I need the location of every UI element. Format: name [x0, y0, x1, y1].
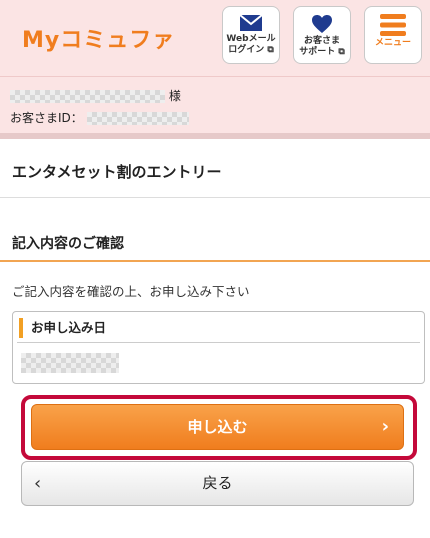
instruction-text: ご記入内容を確認の上、お申し込み下さい — [12, 284, 250, 299]
back-label: 戻る — [202, 474, 233, 492]
application-date-card: お申し込み日 — [12, 311, 425, 384]
mail-icon — [239, 14, 263, 31]
application-date-value — [21, 352, 119, 373]
webmail-label-2: ログイン ⧉ — [228, 45, 274, 55]
masked-user-name — [10, 90, 165, 103]
external-link-icon: ⧉ — [338, 47, 345, 57]
app-logo[interactable]: Myコミュファ — [22, 22, 175, 54]
chevron-right-icon: › — [381, 416, 389, 437]
application-date-label: お申し込み日 — [19, 318, 106, 338]
submit-button[interactable]: 申し込む › — [31, 404, 404, 450]
webmail-login-button[interactable]: Webメール ログイン ⧉ — [222, 6, 280, 64]
name-suffix: 様 — [168, 89, 181, 103]
masked-application-date — [21, 352, 119, 373]
customer-id-label: お客さまID： — [10, 111, 83, 125]
card-divider — [17, 342, 420, 343]
webmail-label-1: Webメール — [226, 34, 276, 44]
section-title: 記入内容のご確認 — [0, 220, 430, 262]
customer-support-button[interactable]: お客さま サポート ⧉ — [293, 6, 351, 64]
menu-button[interactable]: メニュー — [364, 6, 422, 64]
heart-icon — [312, 15, 332, 33]
support-label-1: お客さま — [303, 36, 340, 46]
page-title: エンタメセット割のエントリー — [0, 146, 430, 198]
back-button[interactable]: ‹ 戻る — [21, 461, 414, 506]
masked-customer-id — [86, 112, 189, 125]
external-link-icon: ⧉ — [267, 45, 274, 55]
submit-label: 申し込む — [187, 418, 248, 436]
support-label-2: サポート ⧉ — [299, 47, 345, 57]
hamburger-icon — [380, 14, 406, 36]
chevron-left-icon: ‹ — [34, 473, 42, 494]
menu-label: メニュー — [374, 38, 411, 48]
user-name-row: 様 — [10, 87, 181, 104]
header: Myコミュファ Webメール ログイン ⧉ お客さま サポート ⧉ メニュー — [0, 0, 430, 77]
user-info-bar: 様 お客さまID： — [0, 77, 430, 139]
user-id-row: お客さまID： — [10, 109, 189, 126]
